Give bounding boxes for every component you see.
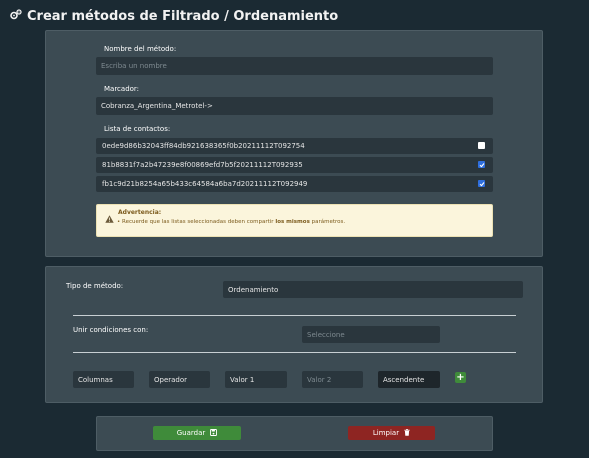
- page-title: Crear métodos de Filtrado / Ordenamiento: [27, 9, 339, 24]
- order-select[interactable]: Ascendente: [378, 371, 440, 388]
- marker-field[interactable]: Cobranza_Argentina_Metrotel->: [96, 97, 493, 115]
- warning-text: • Recuerde que las listas seleccionadas …: [117, 219, 346, 225]
- operator-select[interactable]: Operador: [149, 371, 210, 388]
- contact-checkbox[interactable]: [478, 180, 485, 187]
- contact-id: fb1c9d21b8254a65b433c64584a6ba7d20211112…: [102, 180, 308, 188]
- warning-text-bold: los mismos: [275, 219, 310, 225]
- column-select[interactable]: Columnas: [73, 371, 134, 388]
- page-header: Crear métodos de Filtrado / Ordenamiento: [10, 9, 338, 24]
- warning-text-before: Recuerde que las listas seleccionadas de…: [122, 219, 276, 225]
- contact-row[interactable]: 0ede9d86b32043ff84db921638365f0b20211112…: [96, 138, 493, 154]
- warning-title: Advertencia:: [118, 209, 162, 216]
- contact-checkbox[interactable]: [478, 142, 485, 149]
- contacts-label: Lista de contactos:: [104, 125, 171, 133]
- warning-text-after: parámetros.: [309, 219, 346, 225]
- save-label: Guardar: [176, 429, 206, 437]
- divider: [73, 315, 516, 316]
- warning-box: Advertencia: • Recuerde que las listas s…: [96, 204, 493, 237]
- name-label: Nombre del método:: [104, 45, 177, 53]
- contact-row[interactable]: 81b8831f7a2b47239e8f00869efd7b5f20211112…: [96, 157, 493, 173]
- contact-id: 81b8831f7a2b47239e8f00869efd7b5f20211112…: [102, 161, 303, 169]
- gears-icon: [10, 9, 22, 24]
- value2-input[interactable]: Valor 2: [302, 371, 363, 388]
- clear-button[interactable]: Limpiar: [348, 426, 435, 440]
- save-button[interactable]: Guardar: [153, 426, 241, 440]
- check-icon: [479, 181, 484, 186]
- plus-icon: +: [456, 371, 465, 383]
- divider: [73, 352, 516, 353]
- contact-checkbox[interactable]: [478, 161, 485, 168]
- contact-row[interactable]: fb1c9d21b8254a65b433c64584a6ba7d20211112…: [96, 176, 493, 192]
- check-icon: [479, 162, 484, 167]
- contact-id: 0ede9d86b32043ff84db921638365f0b20211112…: [102, 142, 305, 150]
- union-select[interactable]: Seleccione: [302, 326, 440, 343]
- warning-icon: [105, 208, 114, 227]
- add-condition-button[interactable]: +: [455, 372, 466, 383]
- type-label: Tipo de método:: [66, 282, 124, 290]
- name-input[interactable]: Escriba un nombre: [96, 57, 493, 75]
- union-label: Unir condiciones con:: [73, 326, 149, 334]
- clear-label: Limpiar: [372, 429, 400, 437]
- floppy-disk-icon: [210, 428, 218, 438]
- marker-label: Marcador:: [104, 85, 140, 93]
- trash-icon: [404, 428, 410, 438]
- value1-input[interactable]: Valor 1: [225, 371, 287, 388]
- type-select[interactable]: Ordenamiento: [223, 281, 523, 298]
